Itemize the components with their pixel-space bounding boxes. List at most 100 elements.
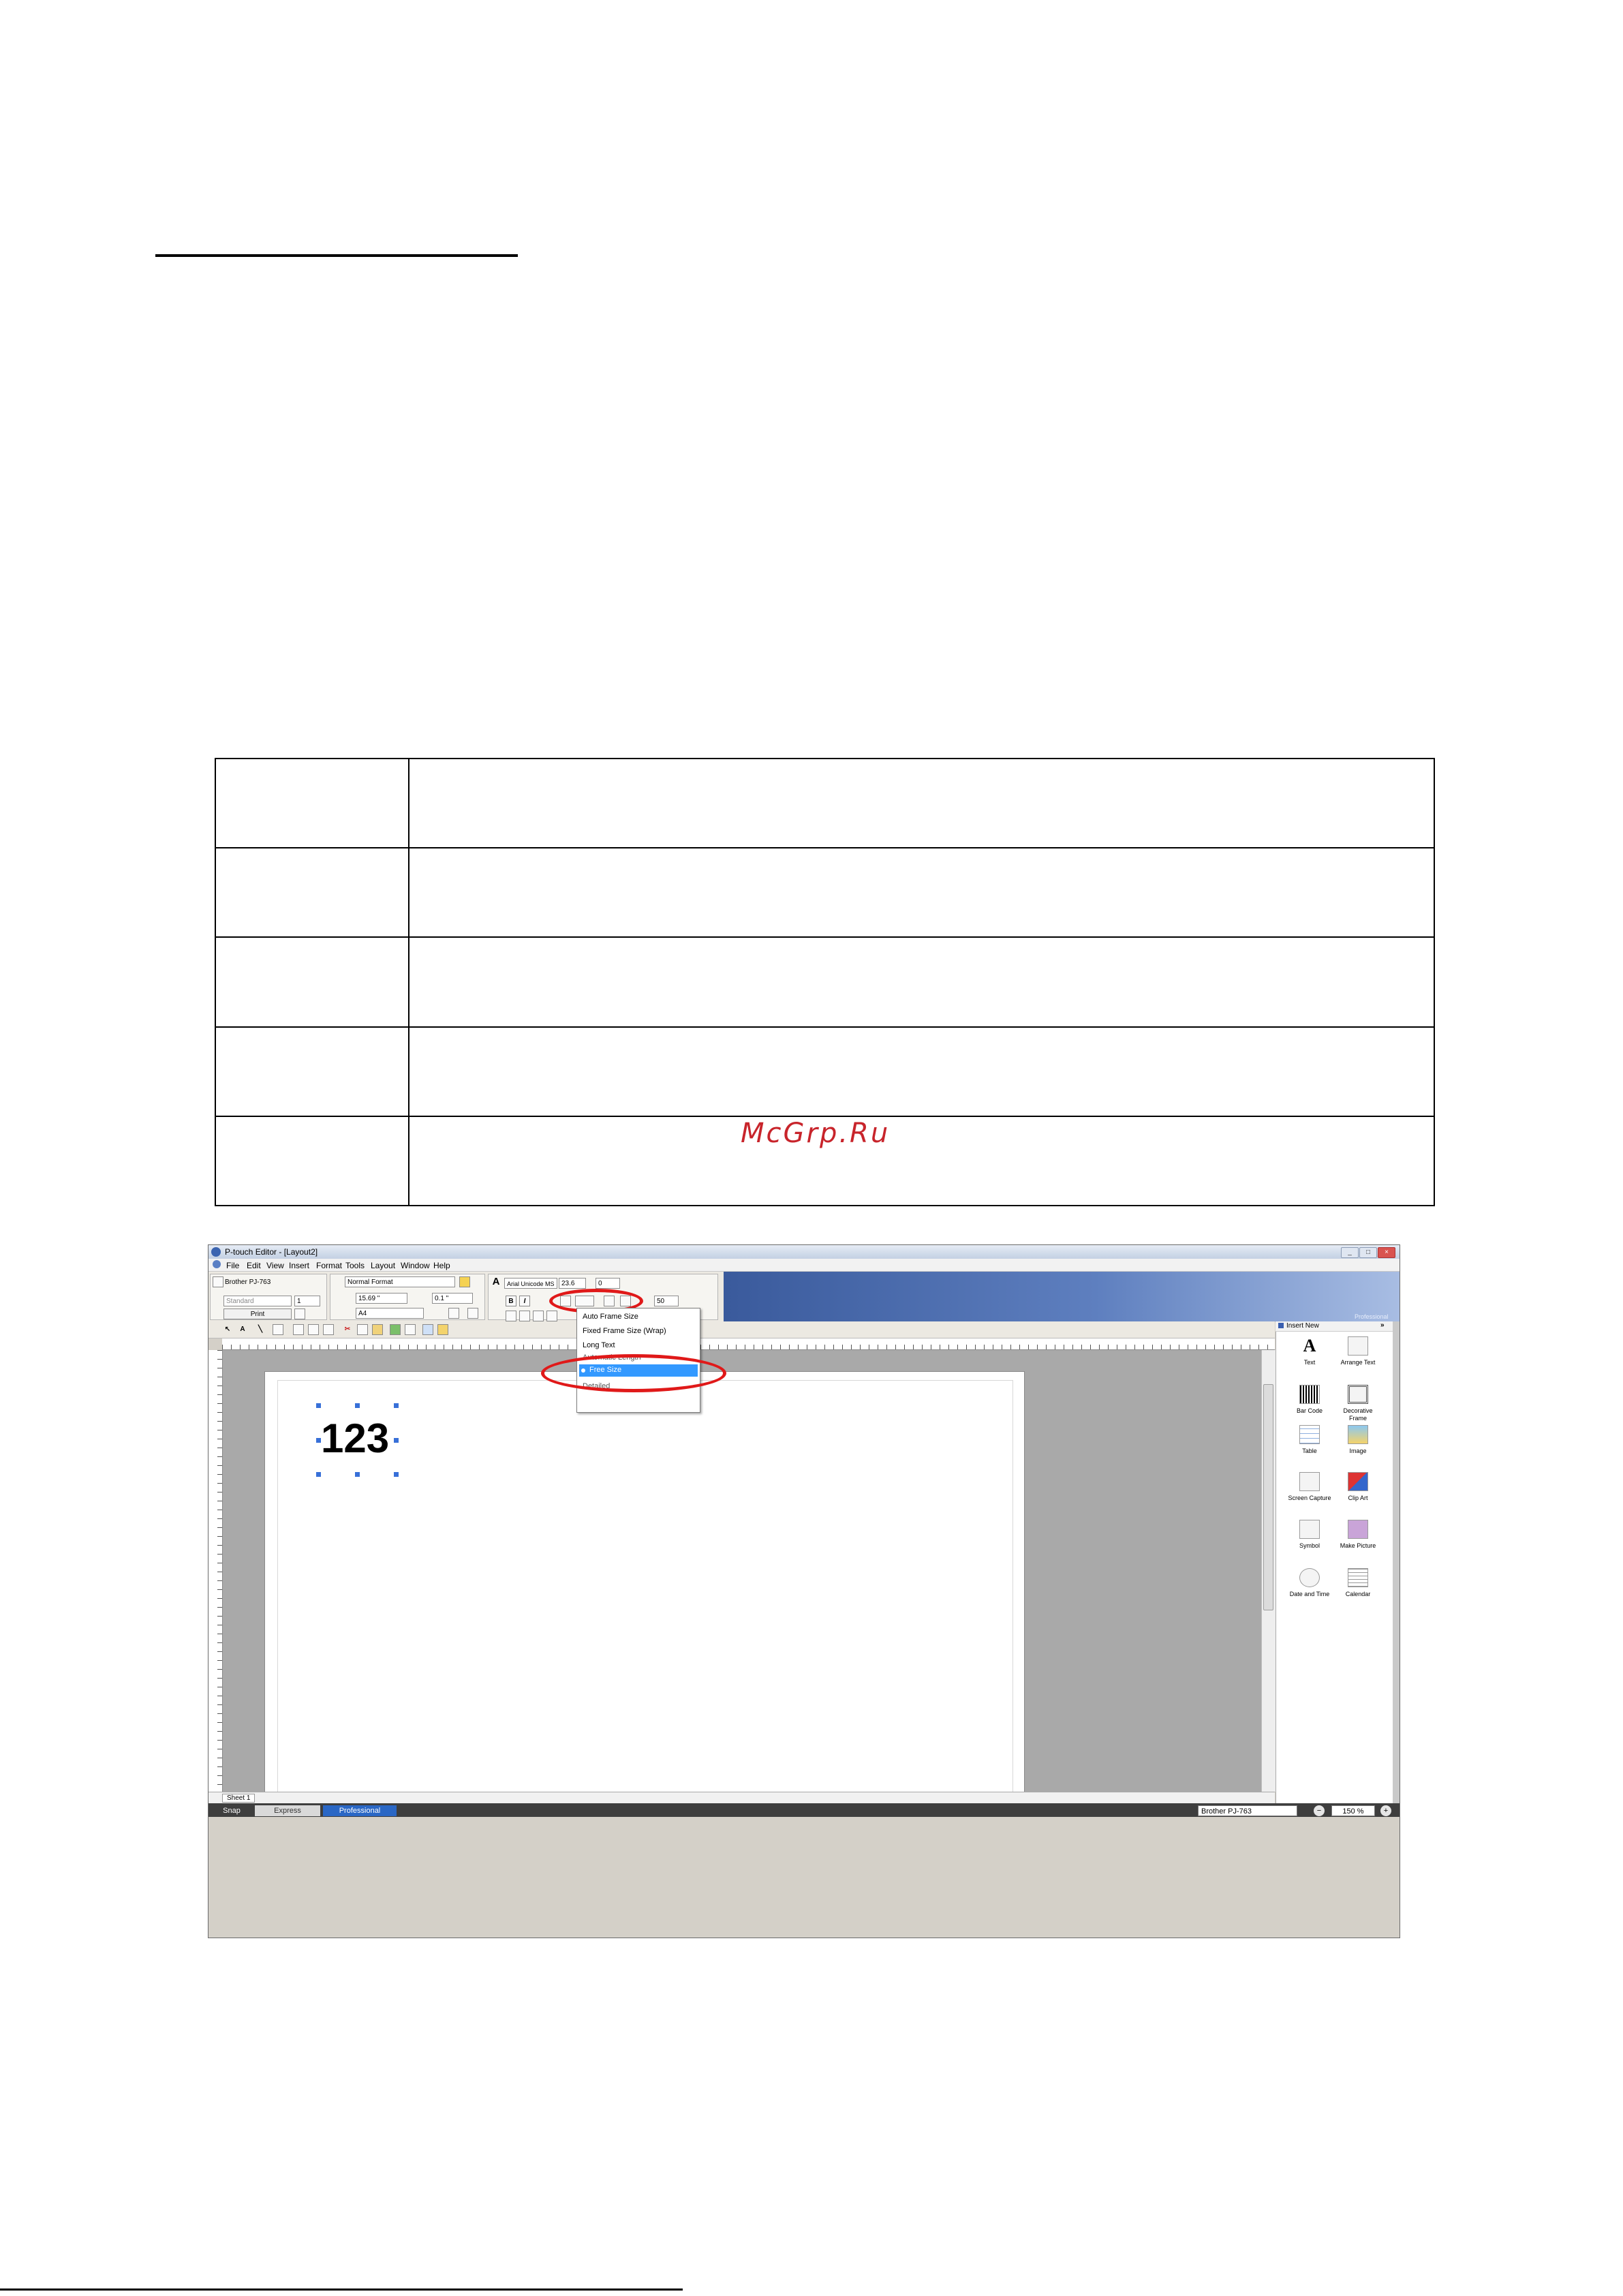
menu-edit[interactable]: Edit bbox=[247, 1261, 261, 1270]
clip-art-icon[interactable] bbox=[1348, 1472, 1368, 1491]
mode-express-tab[interactable]: Express bbox=[255, 1805, 320, 1816]
sheet-tab-bar: Sheet 1 bbox=[208, 1792, 1275, 1804]
insert-panel-title: Insert New bbox=[1286, 1322, 1319, 1330]
copies-stepper[interactable]: 1 bbox=[294, 1296, 320, 1306]
font-size-select[interactable]: 23.6 bbox=[559, 1278, 586, 1289]
scale-field[interactable]: 50 bbox=[654, 1296, 679, 1306]
insert-date-time-label: Date and Time bbox=[1289, 1591, 1330, 1597]
site-watermark: McGrp.Ru bbox=[741, 1118, 891, 1149]
text-object[interactable]: 123 bbox=[321, 1418, 389, 1459]
insert-symbol-label: Symbol bbox=[1299, 1542, 1320, 1549]
cut-icon[interactable]: ✂ bbox=[342, 1324, 353, 1335]
print-button[interactable]: Print bbox=[223, 1308, 292, 1319]
text-box-icon[interactable] bbox=[448, 1308, 459, 1319]
menu-format[interactable]: Format bbox=[316, 1261, 342, 1270]
copy-icon[interactable] bbox=[357, 1324, 368, 1335]
italic-button[interactable]: I bbox=[519, 1296, 530, 1306]
scrollbar-thumb[interactable] bbox=[1263, 1384, 1273, 1610]
menu-layout[interactable]: Layout bbox=[371, 1261, 395, 1270]
align-left-icon[interactable] bbox=[506, 1311, 516, 1321]
redo-icon[interactable] bbox=[405, 1324, 416, 1335]
dropdown-item-fixed-frame[interactable]: Fixed Frame Size (Wrap) bbox=[583, 1327, 666, 1335]
decorative-frame-icon[interactable] bbox=[1348, 1385, 1368, 1404]
menu-tools[interactable]: Tools bbox=[345, 1261, 365, 1270]
selection-handle[interactable] bbox=[394, 1472, 399, 1477]
zoom-out-icon[interactable]: − bbox=[1314, 1805, 1325, 1816]
align-tool-icon[interactable] bbox=[308, 1324, 319, 1335]
zoom-in-icon[interactable]: + bbox=[1380, 1805, 1391, 1816]
make-picture-icon[interactable] bbox=[1348, 1520, 1368, 1539]
menu-window[interactable]: Window bbox=[401, 1261, 430, 1270]
format-select[interactable]: Normal Format bbox=[345, 1276, 455, 1287]
snap-toggle[interactable]: Snap bbox=[211, 1805, 252, 1816]
side-tab-strip[interactable] bbox=[1393, 1321, 1400, 1803]
dropdown-item-auto-frame[interactable]: Auto Frame Size bbox=[583, 1313, 638, 1321]
text-insert-icon[interactable]: A bbox=[1299, 1336, 1320, 1356]
paper-size-select[interactable]: A4 bbox=[356, 1308, 424, 1319]
clock-icon[interactable] bbox=[1299, 1568, 1320, 1587]
table-row bbox=[215, 847, 1435, 938]
insert-panel bbox=[1276, 1321, 1393, 1803]
text-tool-icon[interactable]: A bbox=[237, 1324, 248, 1335]
selection-handle[interactable] bbox=[394, 1403, 399, 1408]
object-icon[interactable] bbox=[437, 1324, 448, 1335]
selection-handle[interactable] bbox=[316, 1472, 321, 1477]
selection-handle[interactable] bbox=[316, 1403, 321, 1408]
char-spacing-field[interactable]: 0 bbox=[596, 1278, 620, 1289]
window-title: P-touch Editor - [Layout2] bbox=[225, 1247, 318, 1257]
barcode-icon[interactable] bbox=[1299, 1385, 1320, 1404]
line-tool-icon[interactable]: ╲ bbox=[255, 1324, 266, 1335]
restore-button[interactable]: □ bbox=[1359, 1247, 1377, 1258]
minimize-button[interactable]: _ bbox=[1341, 1247, 1359, 1258]
insert-clip-art-label: Clip Art bbox=[1348, 1495, 1368, 1501]
status-printer-select[interactable]: Brother PJ-763 bbox=[1198, 1805, 1297, 1816]
select-arrow-icon[interactable]: ↖ bbox=[222, 1324, 233, 1335]
image-insert-icon[interactable] bbox=[1348, 1425, 1368, 1444]
arrange-text-icon[interactable] bbox=[1348, 1336, 1368, 1356]
professional-ribbon-label: Professional bbox=[1355, 1313, 1389, 1320]
bold-button[interactable]: B bbox=[506, 1296, 516, 1306]
calendar-icon[interactable] bbox=[1348, 1568, 1368, 1587]
undo-icon[interactable] bbox=[390, 1324, 401, 1335]
menu-insert[interactable]: Insert bbox=[289, 1261, 309, 1270]
heading-underline bbox=[155, 254, 518, 257]
selection-handle[interactable] bbox=[355, 1403, 360, 1408]
shape-tool-icon[interactable] bbox=[273, 1324, 283, 1335]
align-center-icon[interactable] bbox=[519, 1311, 530, 1321]
text-align-icon[interactable] bbox=[467, 1308, 478, 1319]
zoom-select[interactable]: 150 % bbox=[1331, 1805, 1375, 1816]
selection-handle[interactable] bbox=[394, 1438, 399, 1443]
ribbon-decoration bbox=[724, 1272, 1400, 1321]
distribute-tool-icon[interactable] bbox=[323, 1324, 334, 1335]
insert-image-label: Image bbox=[1349, 1448, 1367, 1454]
selection-handle[interactable] bbox=[316, 1438, 321, 1443]
format-color-icon[interactable] bbox=[459, 1276, 470, 1287]
paste-icon[interactable] bbox=[372, 1324, 383, 1335]
table-insert-icon[interactable] bbox=[1299, 1425, 1320, 1444]
align-right-icon[interactable] bbox=[533, 1311, 544, 1321]
print-options-icon[interactable] bbox=[294, 1308, 305, 1319]
table-row bbox=[215, 936, 1435, 1028]
screen-capture-icon[interactable] bbox=[1299, 1472, 1320, 1491]
dropdown-item-long-text[interactable]: Long Text bbox=[583, 1341, 615, 1349]
mode-professional-tab[interactable]: Professional bbox=[323, 1805, 397, 1816]
print-button-label: Print bbox=[250, 1311, 265, 1318]
database-icon[interactable] bbox=[422, 1324, 433, 1335]
selection-handle[interactable] bbox=[355, 1472, 360, 1477]
sheet-tab[interactable]: Sheet 1 bbox=[222, 1794, 256, 1803]
margin-field[interactable]: 0.1 " bbox=[432, 1293, 473, 1304]
length-field[interactable]: 15.69 " bbox=[356, 1293, 407, 1304]
printer-icon bbox=[213, 1276, 223, 1287]
close-button[interactable]: × bbox=[1378, 1247, 1395, 1258]
insert-barcode-label: Bar Code bbox=[1296, 1407, 1323, 1414]
vertical-ruler bbox=[208, 1350, 223, 1792]
expand-panel-icon[interactable]: » bbox=[1380, 1321, 1385, 1329]
quality-select[interactable]: Standard bbox=[223, 1296, 292, 1306]
font-select[interactable]: Arial Unicode MS bbox=[504, 1278, 557, 1289]
symbol-icon[interactable] bbox=[1299, 1520, 1320, 1539]
menu-file[interactable]: File bbox=[226, 1261, 239, 1270]
menu-help[interactable]: Help bbox=[433, 1261, 450, 1270]
table-tool-icon[interactable] bbox=[293, 1324, 304, 1335]
menu-view[interactable]: View bbox=[266, 1261, 284, 1270]
justify-icon[interactable] bbox=[546, 1311, 557, 1321]
